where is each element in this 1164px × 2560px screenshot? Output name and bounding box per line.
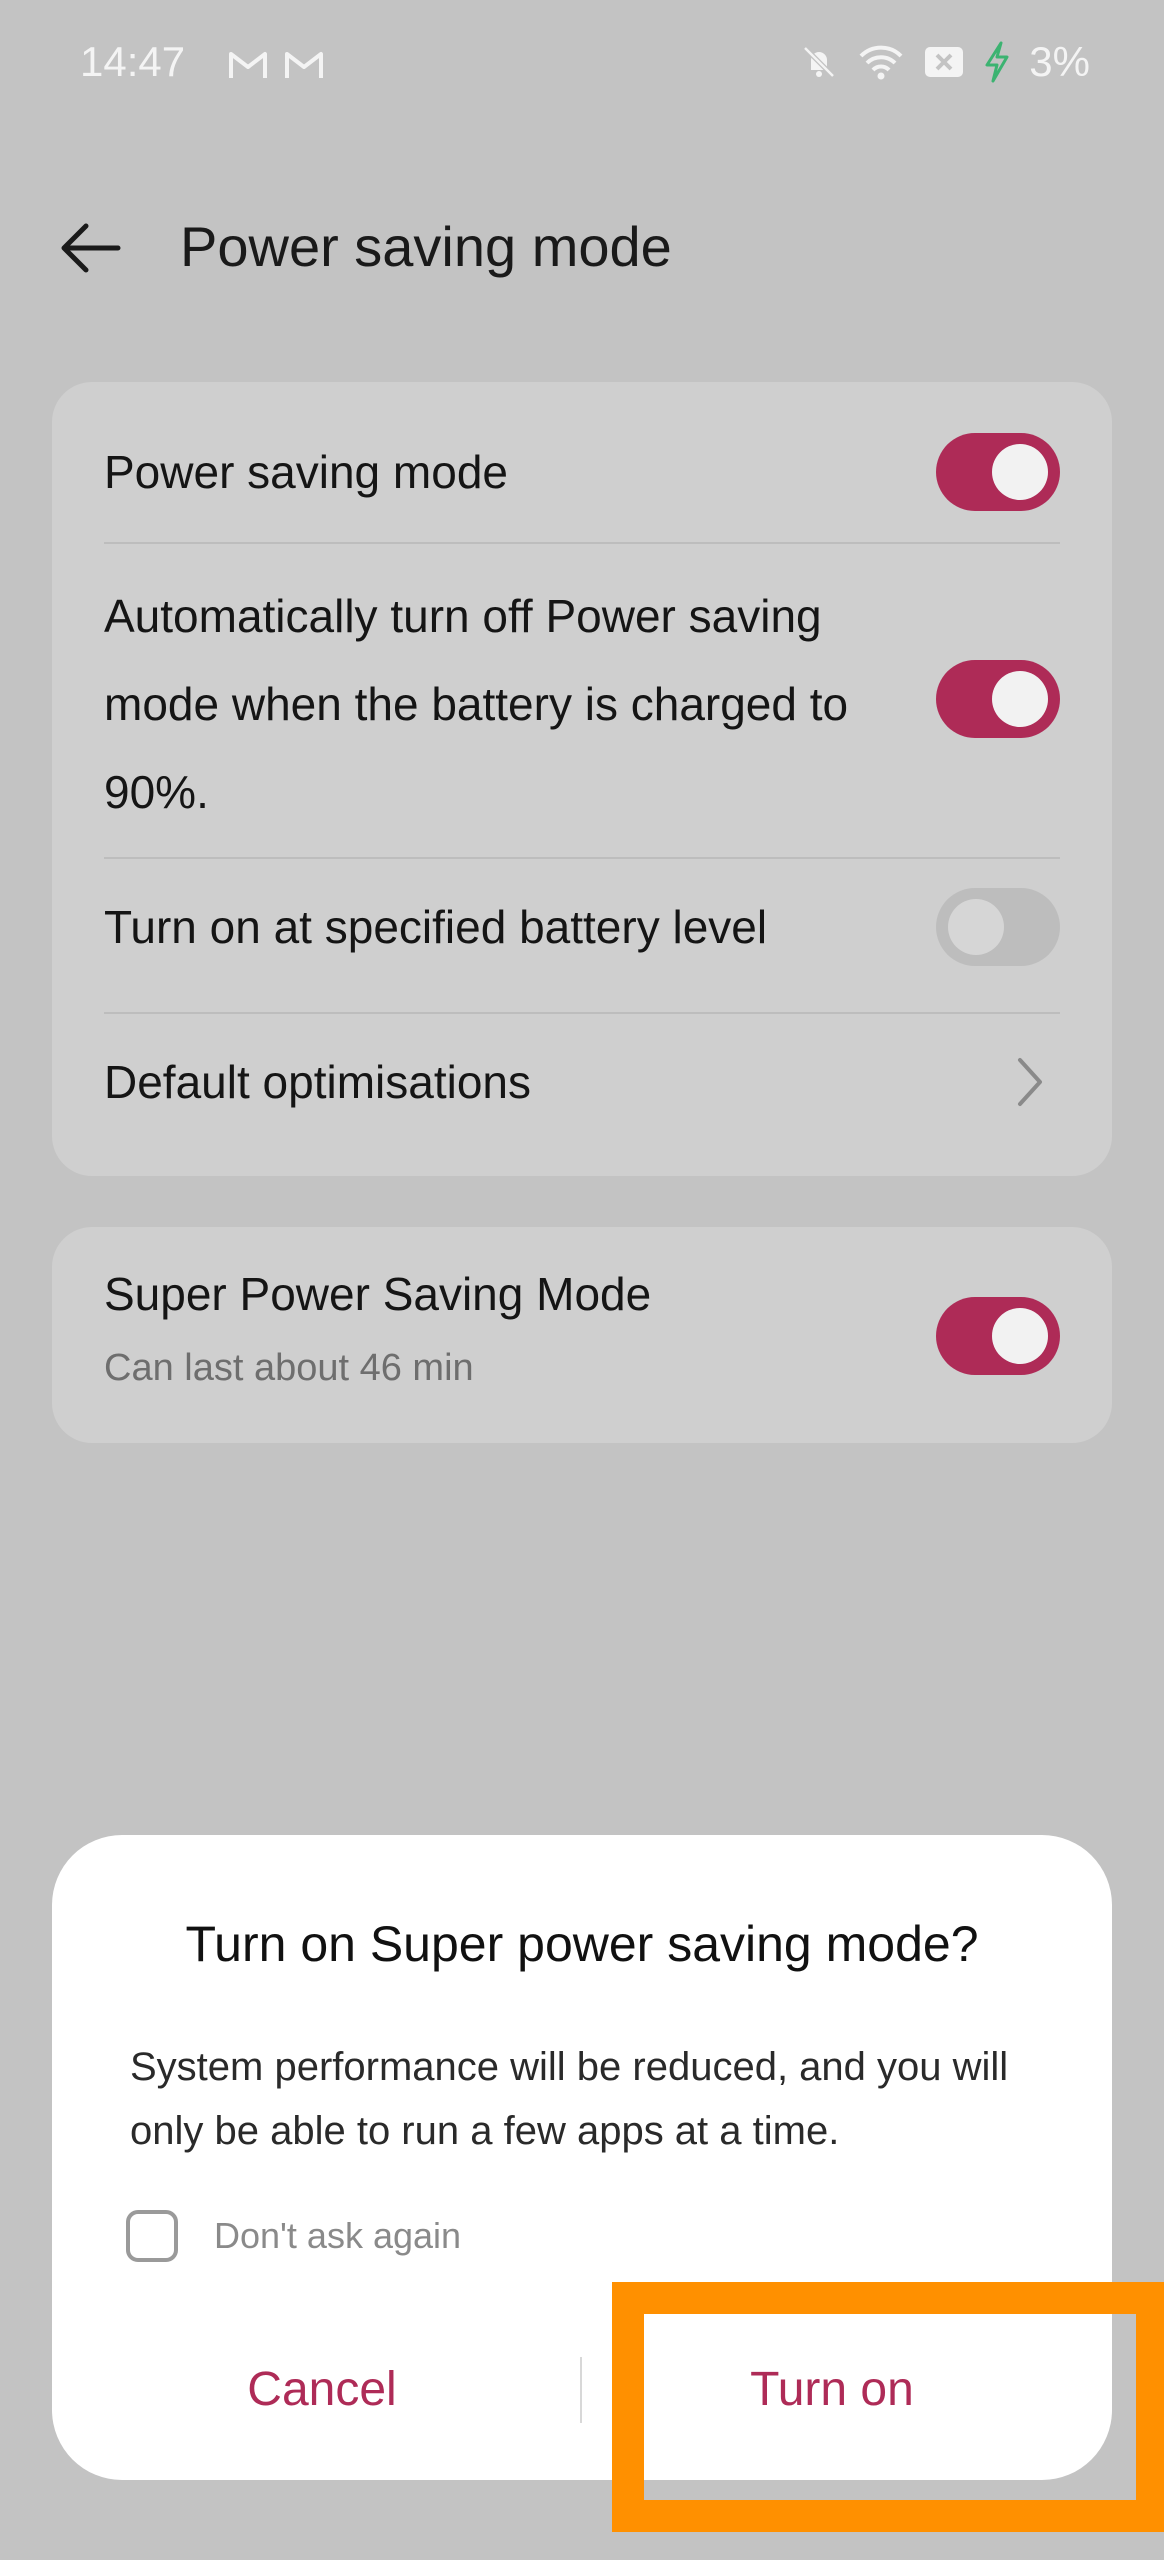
page-title: Power saving mode	[180, 215, 672, 278]
wifi-icon	[859, 45, 903, 80]
battery-saver-icon	[925, 47, 964, 77]
dont-ask-again-checkbox[interactable]	[126, 2210, 178, 2262]
status-time: 14:47	[80, 38, 186, 85]
arrow-left-icon	[61, 223, 121, 273]
toggle-knob	[992, 671, 1048, 727]
super-power-saving-sublabel: Can last about 46 min	[104, 1347, 474, 1389]
gmail-icon	[285, 52, 323, 78]
back-button[interactable]	[56, 218, 126, 278]
status-icons: 3%	[799, 38, 1090, 86]
divider	[104, 857, 1060, 859]
bell-off-icon	[803, 46, 836, 78]
turn-on-at-level-row[interactable]: Turn on at specified battery level	[104, 882, 1060, 972]
toggle-knob	[992, 444, 1048, 500]
auto-turn-off-label: Automatically turn off Power saving mode…	[104, 590, 849, 818]
dialog-title: Turn on Super power saving mode?	[185, 1916, 979, 1972]
default-optimisations-row[interactable]: Default optimisations	[104, 1037, 1060, 1127]
divider	[104, 1012, 1060, 1014]
super-power-saving-row[interactable]: Super Power Saving Mode Can last about 4…	[104, 1267, 1060, 1407]
power-saving-mode-row[interactable]: Power saving mode	[104, 427, 1060, 517]
auto-turn-off-toggle[interactable]	[936, 660, 1060, 738]
super-power-saving-card: Super Power Saving Mode Can last about 4…	[52, 1227, 1112, 1443]
button-divider	[580, 2357, 582, 2423]
power-saving-settings-card: Power saving mode Automatically turn off…	[52, 382, 1112, 1176]
power-saving-mode-label: Power saving mode	[104, 446, 508, 498]
dialog-message: System performance will be reduced, and …	[130, 2045, 1009, 2153]
toggle-knob	[992, 1308, 1048, 1364]
divider	[104, 542, 1060, 544]
turn-on-at-level-label: Turn on at specified battery level	[104, 901, 768, 953]
highlight-box	[612, 2282, 1164, 2532]
status-bar: 14:47 3%	[0, 0, 1164, 130]
super-power-saving-toggle[interactable]	[936, 1297, 1060, 1375]
power-saving-mode-toggle[interactable]	[936, 433, 1060, 511]
battery-percent: 3%	[1029, 38, 1090, 85]
gmail-icon	[229, 52, 267, 78]
dont-ask-again-label[interactable]: Don't ask again	[214, 2215, 461, 2257]
cancel-button[interactable]: Cancel	[92, 2335, 552, 2445]
super-power-saving-label: Super Power Saving Mode	[104, 1268, 652, 1320]
toggle-knob	[948, 899, 1004, 955]
charging-bolt-icon	[985, 41, 1009, 83]
app-header: Power saving mode	[0, 200, 1164, 300]
auto-turn-off-row[interactable]: Automatically turn off Power saving mode…	[104, 572, 1060, 842]
chevron-right-icon	[1018, 1058, 1042, 1106]
turn-on-at-level-toggle[interactable]	[936, 888, 1060, 966]
default-optimisations-label: Default optimisations	[104, 1056, 531, 1108]
